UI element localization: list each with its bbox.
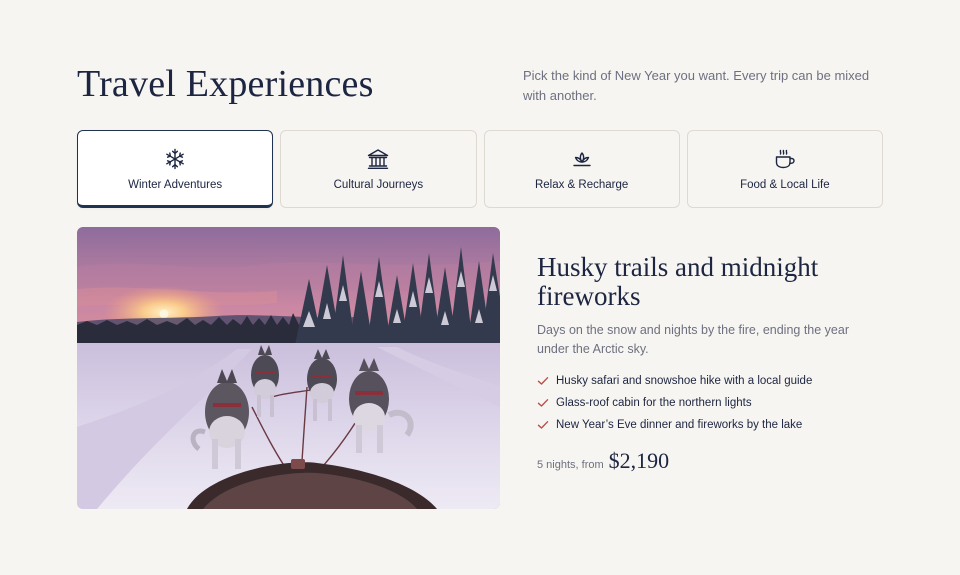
tab-label: Relax & Recharge bbox=[534, 179, 629, 191]
tab-label: Food & Local Life bbox=[740, 179, 830, 191]
experience-description: Days on the snow and nights by the fire,… bbox=[537, 323, 849, 356]
coffee-cup-icon bbox=[775, 149, 795, 169]
price-value: $2,190 bbox=[608, 448, 670, 473]
page-title: Travel Experiences bbox=[77, 63, 374, 105]
intro-text: Pick the kind of New Year you want. Ever… bbox=[523, 68, 870, 103]
category-tabs: Winter Adventures Cultural Journeys Rela… bbox=[77, 130, 883, 209]
tab-label: Winter Adventures bbox=[128, 179, 223, 191]
tab-winter-adventures[interactable]: Winter Adventures bbox=[77, 130, 274, 208]
tab-label: Cultural Journeys bbox=[333, 179, 424, 191]
highlight-text: New Year’s Eve dinner and fireworks by t… bbox=[556, 419, 803, 431]
highlight-text: Husky safari and snowshoe hike with a lo… bbox=[556, 375, 813, 387]
highlights-list: Husky safari and snowshoe hike with a lo… bbox=[537, 370, 812, 436]
check-icon bbox=[537, 421, 549, 429]
lotus-icon bbox=[572, 152, 591, 167]
list-item: Husky safari and snowshoe hike with a lo… bbox=[537, 370, 812, 392]
highlight-text: Glass-roof cabin for the northern lights bbox=[556, 397, 752, 409]
list-item: New Year’s Eve dinner and fireworks by t… bbox=[537, 414, 812, 436]
list-item: Glass-roof cabin for the northern lights bbox=[537, 392, 812, 414]
tab-food-local-life[interactable]: Food & Local Life bbox=[686, 130, 883, 208]
experience-title: Husky trails and midnight fireworks bbox=[537, 252, 819, 311]
price-row: 5 nights, from $2,190 bbox=[537, 448, 669, 474]
snowflake-icon bbox=[166, 148, 185, 170]
check-icon bbox=[537, 377, 549, 385]
tab-relax-recharge[interactable]: Relax & Recharge bbox=[483, 130, 680, 208]
husky-sled-photo bbox=[77, 227, 500, 509]
museum-icon bbox=[368, 149, 389, 169]
check-icon bbox=[537, 399, 549, 407]
tab-cultural-journeys[interactable]: Cultural Journeys bbox=[280, 130, 477, 208]
price-prefix: 5 nights, from bbox=[537, 459, 604, 471]
